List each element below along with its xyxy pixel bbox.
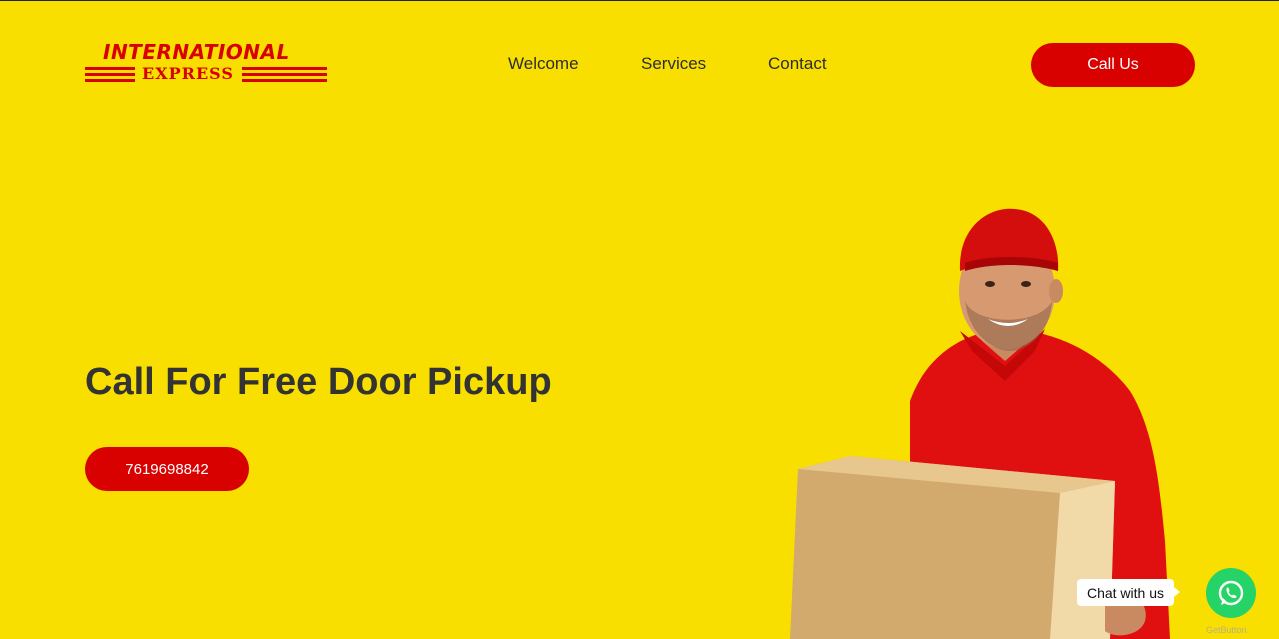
whatsapp-icon [1218, 580, 1244, 606]
brand-logo[interactable]: INTERNATIONAL EXPRESS [85, 41, 330, 87]
whatsapp-button[interactable] [1206, 568, 1256, 618]
delivery-man-image [790, 208, 1170, 639]
nav-services[interactable]: Services [641, 54, 706, 74]
hero-title: Call For Free Door Pickup [85, 361, 552, 403]
nav-welcome[interactable]: Welcome [508, 54, 579, 74]
call-us-button[interactable]: Call Us [1031, 43, 1195, 87]
chat-bubble[interactable]: Chat with us [1077, 579, 1180, 606]
logo-line-2: EXPRESS [142, 64, 234, 83]
logo-line-1: INTERNATIONAL [103, 40, 290, 64]
nav-contact[interactable]: Contact [768, 54, 827, 74]
getbutton-credit[interactable]: GetButton [1206, 625, 1247, 635]
phone-button[interactable]: 7619698842 [85, 447, 249, 491]
